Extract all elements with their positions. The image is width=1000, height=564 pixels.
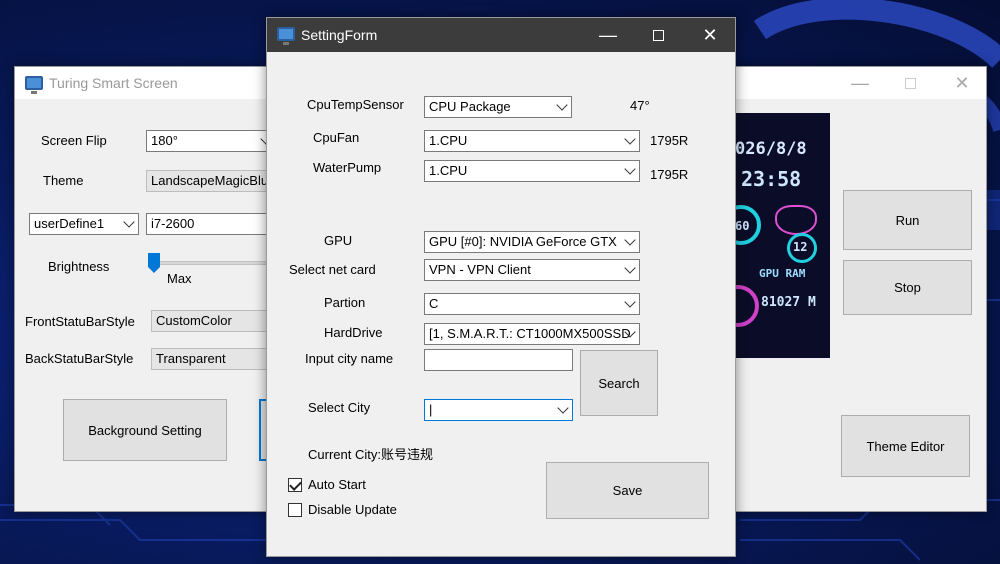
preview-date: 026/8/8 [735,139,807,159]
auto-start-checkbox[interactable] [288,478,302,492]
chevron-down-icon [624,296,636,308]
preview-gpu-ram-label: GPU RAM [759,267,806,280]
water-pump-select[interactable]: 1.CPU [424,160,640,182]
hard-drive-label: HardDrive [324,325,383,340]
theme-value: LandscapeMagicBlue [151,173,276,188]
front-status-label: FrontStatuBarStyle [25,314,135,329]
net-card-select[interactable]: VPN - VPN Client [424,259,640,281]
main-window-title: Turing Smart Screen [49,75,178,91]
preview-ring-left-value: 60 [735,219,750,233]
preview-logo-icon [775,205,817,235]
chevron-down-icon [624,262,636,274]
brightness-label: Brightness [48,259,110,274]
cpu-fan-select[interactable]: 1.CPU [424,130,640,152]
chevron-down-icon [123,216,135,228]
partition-label: Partion [324,295,366,310]
disable-update-checkbox[interactable] [288,503,302,517]
brightness-slider-track[interactable] [149,261,274,265]
theme-editor-button[interactable]: Theme Editor [841,415,970,477]
water-pump-value: 1.CPU [429,163,468,178]
preview-ring-bottom [733,285,759,327]
net-card-label: Select net card [289,262,376,277]
gpu-value: GPU [#0]: NVIDIA GeForce GTX [429,234,617,249]
cpu-name-value: i7-2600 [151,216,195,231]
cpu-fan-label: CpuFan [313,130,360,145]
city-name-input[interactable] [424,349,573,371]
setting-form-window: SettingForm — ✕ CpuTempSensor CPU Packag… [266,17,736,557]
disable-update-label[interactable]: Disable Update [308,502,397,517]
cpu-temp-sensor-label: CpuTempSensor [307,97,404,112]
screen-flip-label: Screen Flip [41,133,107,148]
net-card-value: VPN - VPN Client [429,262,531,277]
user-define-select[interactable]: userDefine1 [29,213,139,235]
select-city-select[interactable]: | [424,399,573,421]
partition-select[interactable]: C [424,293,640,315]
close-icon[interactable]: ✕ [687,18,733,52]
water-pump-label: WaterPump [313,160,382,175]
back-status-select[interactable]: Transparent [151,348,276,370]
theme-select[interactable]: LandscapeMagicBlue [146,170,276,192]
background-setting-button[interactable]: Background Setting [63,399,227,461]
save-button[interactable]: Save [546,462,709,519]
minimize-icon[interactable]: — [585,18,631,52]
preview-ring-right-value: 12 [793,240,808,254]
setting-form-titlebar: SettingForm — ✕ [267,18,735,52]
auto-start-label[interactable]: Auto Start [308,477,366,492]
cpu-temp-sensor-value: CPU Package [429,99,511,114]
front-status-value: CustomColor [156,313,232,328]
user-define-value: userDefine1 [34,216,105,231]
chevron-down-icon [557,402,569,414]
cpu-fan-reading: 1795R [650,133,689,148]
chevron-down-icon [556,99,568,111]
app-monitor-icon [25,76,43,94]
maximize-icon[interactable] [887,67,933,99]
gpu-label: GPU [324,233,353,248]
cpu-fan-value: 1.CPU [429,133,468,148]
run-button[interactable]: Run [843,190,972,250]
gpu-select[interactable]: GPU [#0]: NVIDIA GeForce GTX [424,231,640,253]
cpu-temp-reading: 47° [630,98,650,113]
back-status-value: Transparent [156,351,226,366]
stop-button[interactable]: Stop [843,260,972,315]
chevron-down-icon [624,133,636,145]
select-city-value: | [429,402,433,417]
maximize-icon[interactable] [635,18,681,52]
input-city-label: Input city name [305,351,394,366]
theme-label: Theme [43,173,84,188]
close-icon[interactable]: ✕ [939,67,985,99]
app-monitor-icon [277,27,295,45]
current-city-text: Current City:账号违规 [308,447,433,462]
select-city-label: Select City [308,400,371,415]
water-pump-reading: 1795R [650,167,689,182]
hard-drive-value: [1, S.M.A.R.T.: CT1000MX500SSD [429,326,631,341]
search-button[interactable]: Search [580,350,658,416]
preview-gpu-ram-value: 81027 M [761,295,816,310]
screen-flip-select[interactable]: 180° [146,130,276,152]
setting-form-title: SettingForm [301,27,378,43]
front-status-select[interactable]: CustomColor [151,310,276,332]
back-status-label: BackStatuBarStyle [25,351,134,366]
cpu-name-input[interactable]: i7-2600 [146,213,276,235]
brightness-max-label: Max [167,271,192,286]
minimize-icon[interactable]: — [837,67,883,99]
chevron-down-icon [624,163,636,175]
cpu-temp-sensor-select[interactable]: CPU Package [424,96,572,118]
brightness-slider-thumb[interactable] [148,253,160,273]
hard-drive-select[interactable]: [1, S.M.A.R.T.: CT1000MX500SSD [424,323,640,345]
screen-flip-value: 180° [151,133,178,148]
theme-preview: 026/8/8 23:58 60 12 GPU RAM 81027 M [733,113,830,358]
partition-value: C [429,296,439,311]
preview-time: 23:58 [741,167,802,191]
chevron-down-icon [624,234,636,246]
